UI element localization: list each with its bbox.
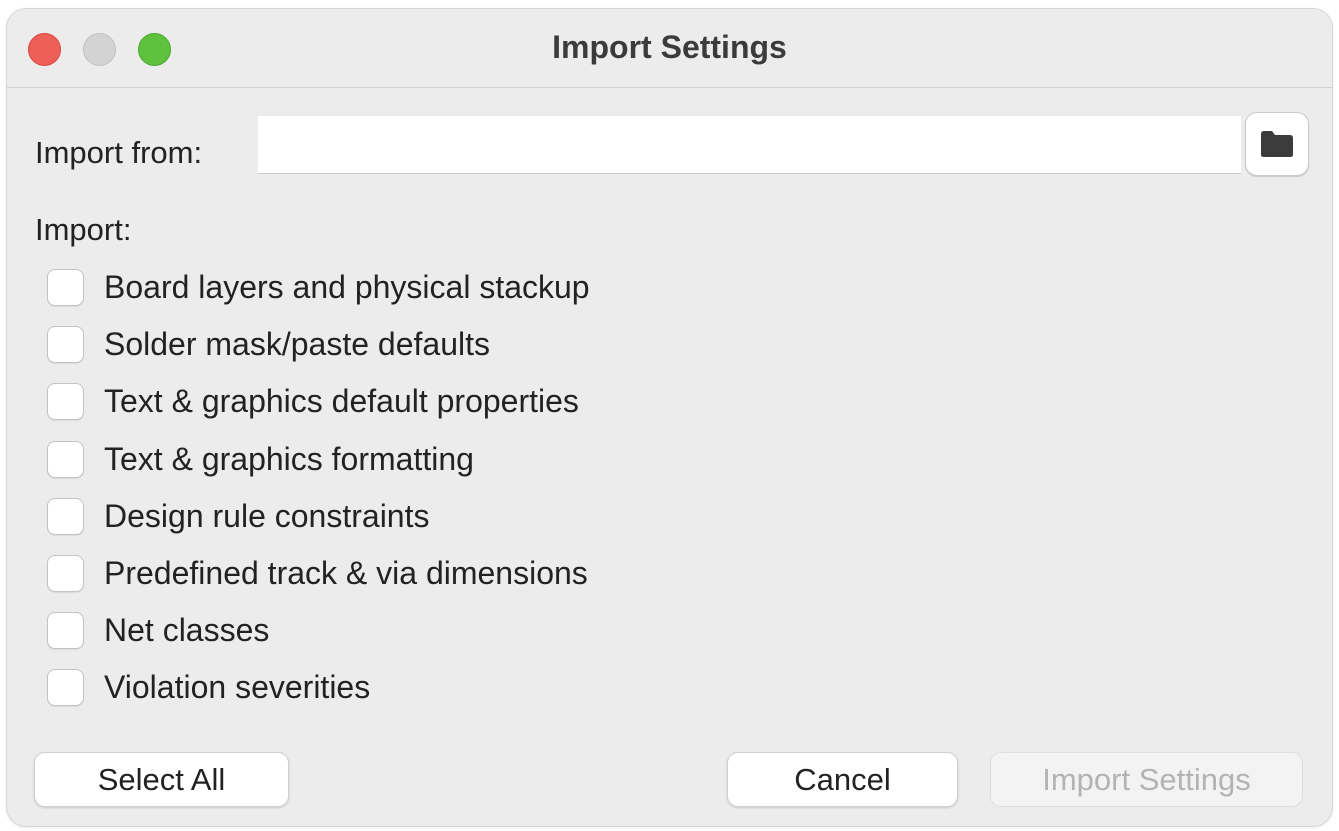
option-label: Design rule constraints [104,497,430,534]
import-settings-dialog: Import Settings Import from: Import: Boa… [6,8,1333,827]
option-net-classes[interactable]: Net classes [47,610,269,650]
title-bar: Import Settings [7,9,1332,88]
option-label: Solder mask/paste defaults [104,325,490,362]
option-solder-mask[interactable]: Solder mask/paste defaults [47,324,490,364]
option-label: Violation severities [104,668,371,705]
select-all-button[interactable]: Select All [34,752,289,807]
option-text-graphics-formatting[interactable]: Text & graphics formatting [47,439,474,479]
checkbox[interactable] [47,268,84,306]
option-label: Text & graphics formatting [104,440,474,477]
cancel-button[interactable]: Cancel [727,752,958,807]
option-text-graphics-defaults[interactable]: Text & graphics default properties [47,381,579,421]
checkbox[interactable] [47,440,84,478]
option-label: Net classes [104,611,270,648]
checkbox[interactable] [47,554,84,592]
option-design-rule-constraints[interactable]: Design rule constraints [47,496,429,536]
option-track-via-dimensions[interactable]: Predefined track & via dimensions [47,553,588,593]
browse-button[interactable] [1245,112,1309,176]
checkbox[interactable] [47,325,84,363]
checkbox[interactable] [47,668,84,706]
checkbox[interactable] [47,497,84,535]
option-violation-severities[interactable]: Violation severities [47,667,370,707]
option-board-layers[interactable]: Board layers and physical stackup [47,267,590,307]
option-label: Board layers and physical stackup [104,268,590,305]
folder-icon [1261,131,1293,157]
option-label: Text & graphics default properties [104,382,579,419]
import-settings-button[interactable]: Import Settings [990,752,1303,807]
window-title: Import Settings [552,29,787,65]
option-label: Predefined track & via dimensions [104,554,588,591]
checkbox[interactable] [47,611,84,649]
import-section-label: Import: [35,212,132,247]
import-from-input[interactable] [258,116,1241,174]
checkbox[interactable] [47,382,84,420]
import-from-label: Import from: [35,135,203,170]
dialog-content: Import from: Import: Board layers and ph… [7,88,1332,826]
